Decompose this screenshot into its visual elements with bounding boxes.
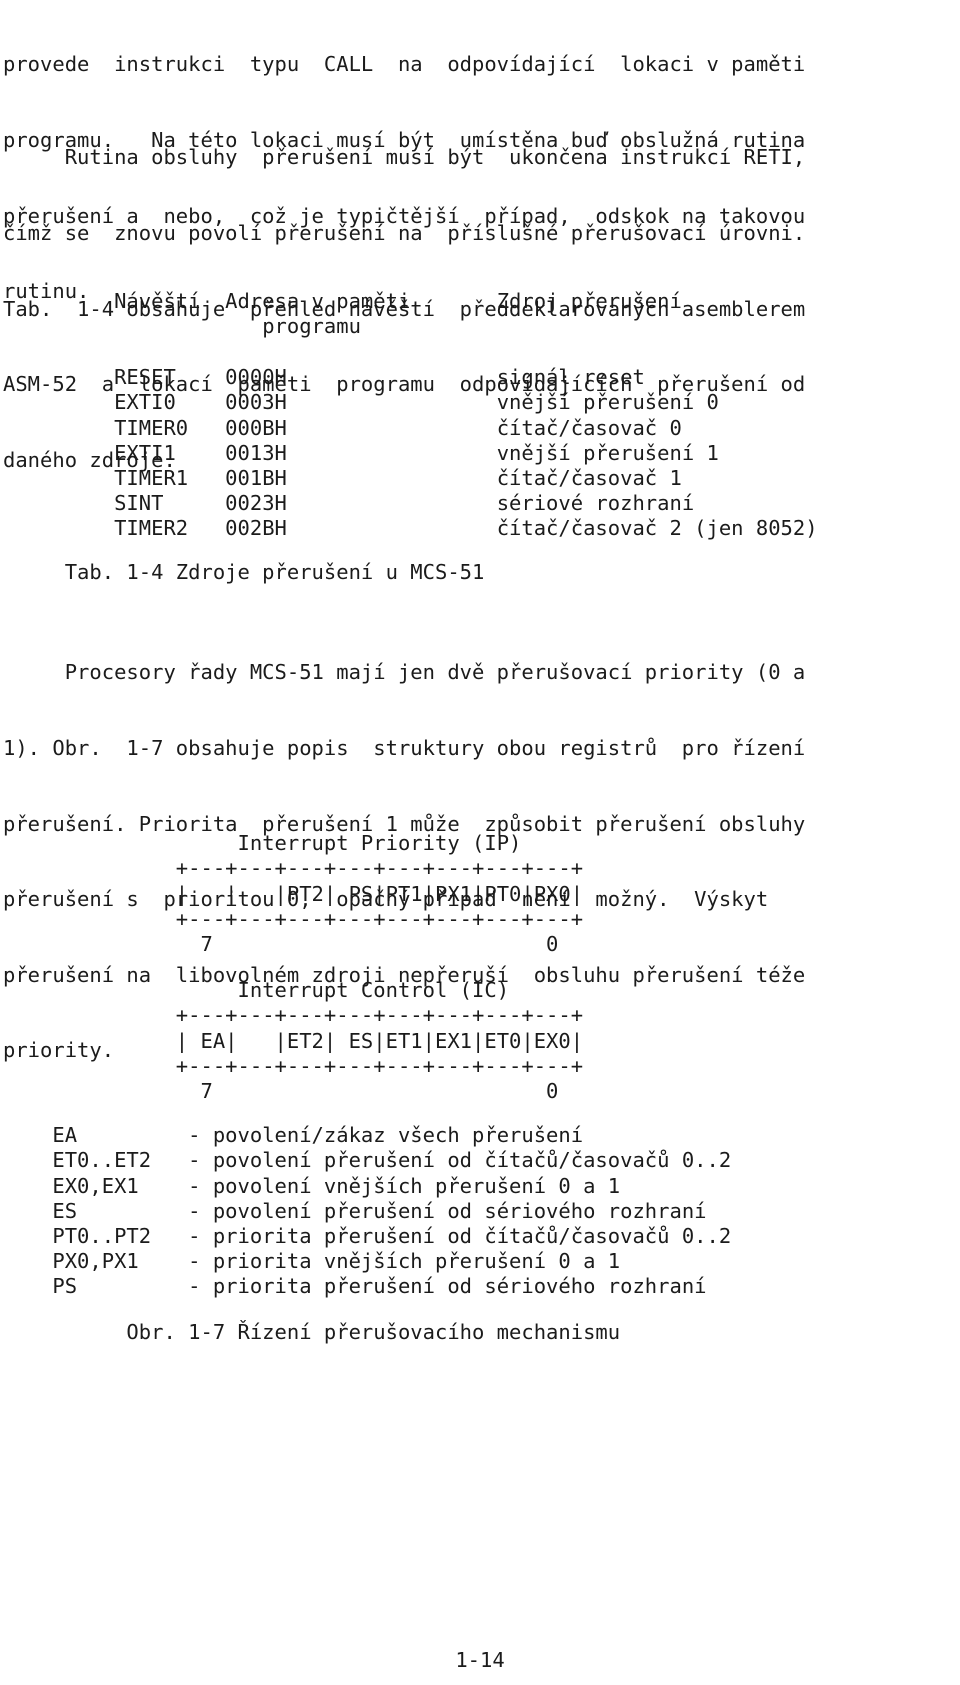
- table-row: TIMER2 002BH čítač/časovač 2 (jen 8052): [52, 516, 818, 541]
- register-ip-bit-cells: | | |PT2| PS|PT1|PX1|PT0|PX0|: [52, 881, 584, 906]
- register-bit-legend: EA - povolení/zákaz všech přerušení ET0.…: [3, 1098, 731, 1325]
- legend-entry: PT0..PT2 - priorita přerušení od čítačů/…: [52, 1224, 732, 1249]
- register-ic-bottom-border: +---+---+---+---+---+---+---+---+: [52, 1053, 584, 1078]
- paragraph-rutina-line-2: čímž se znovu povolí přerušení na příslu…: [3, 221, 806, 246]
- table-1-4-caption: Tab. 1-4 Zdroje přerušení u MCS-51: [3, 560, 485, 584]
- table-row: EXTI0 0003H vnější přerušení 0: [52, 390, 719, 415]
- register-ip-top-border: +---+---+---+---+---+---+---+---+: [52, 856, 584, 881]
- table-row: EXTI1 0013H vnější přerušení 1: [52, 440, 719, 465]
- paragraph-rutina-line-1: Rutina obsluhy přerušení musí být ukonče…: [3, 145, 806, 170]
- document-page: provede instrukci typu CALL na odpovídaj…: [0, 0, 960, 1685]
- paragraph-priority-line-1: Procesory řady MCS-51 mají jen dvě přeru…: [3, 660, 806, 685]
- legend-entry: ET0..ET2 - povolení přerušení od čítačů/…: [52, 1148, 732, 1173]
- register-ic-title: Interrupt Control (IC): [52, 978, 510, 1003]
- legend-entry: EX0,EX1 - povolení vnějších přerušení 0 …: [52, 1173, 621, 1198]
- page-number-footer: 1-14: [455, 1648, 505, 1672]
- table-header-row-2: programu: [52, 314, 361, 339]
- register-ip-bottom-border: +---+---+---+---+---+---+---+---+: [52, 906, 584, 931]
- register-ic-top-border: +---+---+---+---+---+---+---+---+: [52, 1003, 584, 1028]
- table-row: RESET 0000H signál reset: [52, 365, 645, 390]
- table-row: TIMER0 000BH čítač/časovač 0: [52, 415, 682, 440]
- table-1-4-body: RESET 0000H signál reset EXTI0 0003H vně…: [3, 340, 818, 567]
- figure-1-7-caption: Obr. 1-7 Řízení přerušovacího mechanismu: [3, 1320, 621, 1344]
- table-row: SINT 0023H sériové rozhraní: [52, 491, 695, 516]
- legend-entry: EA - povolení/zákaz všech přerušení: [52, 1123, 584, 1148]
- legend-entry: PX0,PX1 - priorita vnějších přerušení 0 …: [52, 1249, 621, 1274]
- table-header-row-1: Návěští Adresa v paměti Zdroj přerušení: [52, 289, 682, 314]
- register-ic-bit-cells: | EA| |ET2| ES|ET1|EX1|ET0|EX0|: [52, 1028, 584, 1053]
- legend-entry: PS - priorita přerušení od sériového roz…: [52, 1274, 707, 1299]
- register-ip-title: Interrupt Priority (IP): [52, 831, 522, 856]
- paragraph-intro-line-1: provede instrukci typu CALL na odpovídaj…: [3, 52, 806, 77]
- paragraph-priority-line-2: 1). Obr. 1-7 obsahuje popis struktury ob…: [3, 736, 806, 761]
- table-row: TIMER1 001BH čítač/časovač 1: [52, 466, 682, 491]
- legend-entry: ES - povolení přerušení od sériového roz…: [52, 1198, 707, 1223]
